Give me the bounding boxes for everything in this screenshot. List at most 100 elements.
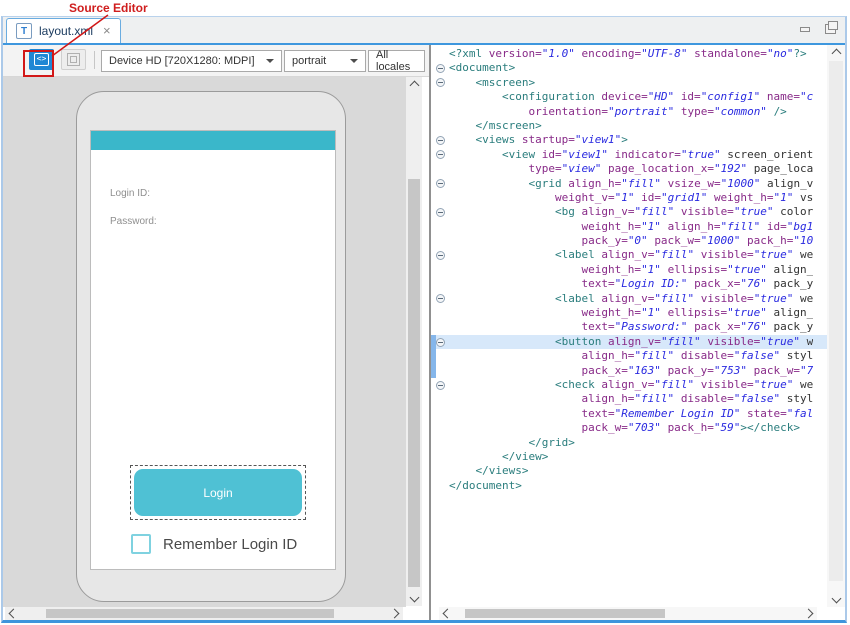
code-line[interactable]: <views startup="view1"> — [431, 133, 827, 147]
code-text: <views startup="view1"> — [449, 133, 628, 147]
code-line[interactable]: <configuration device="HD" id="config1" … — [431, 90, 827, 104]
code-vertical-scrollbar[interactable] — [827, 45, 845, 607]
code-line[interactable]: <button align_v="fill" visible="true" w — [431, 335, 827, 349]
preview-vertical-scrollbar[interactable] — [406, 77, 422, 606]
code-line[interactable]: <label align_v="fill" visible="true" we — [431, 248, 827, 262]
code-line[interactable]: <mscreen> — [431, 76, 827, 90]
login-button[interactable]: Login — [134, 469, 302, 516]
fold-collapse-icon[interactable] — [431, 205, 449, 219]
locales-label: All locales — [376, 49, 417, 73]
code-line[interactable]: <?xml version="1.0" encoding="UTF-8" sta… — [431, 47, 827, 61]
code-line[interactable]: <check align_v="fill" visible="true" we — [431, 378, 827, 392]
fold-spacer — [431, 277, 449, 291]
xml-file-icon: T — [16, 23, 32, 39]
fold-spacer — [431, 162, 449, 176]
source-editor-button[interactable] — [29, 49, 54, 70]
design-editor-button[interactable] — [61, 49, 86, 70]
code-text: weight_h="1" ellipsis="true" align_ — [449, 263, 813, 277]
scroll-up-icon[interactable] — [406, 77, 422, 91]
code-line[interactable]: pack_y="0" pack_w="1000" pack_h="10 — [431, 234, 827, 248]
annotation-source-editor-label: Source Editor — [69, 1, 148, 15]
minimize-icon[interactable] — [800, 27, 810, 32]
code-line[interactable]: text="Password:" pack_x="76" pack_y — [431, 320, 827, 334]
code-text: align_h="fill" disable="false" styl — [449, 349, 813, 363]
code-line[interactable]: pack_w="703" pack_h="59"></check> — [431, 421, 827, 435]
fold-collapse-icon[interactable] — [431, 76, 449, 90]
source-code-icon — [34, 53, 49, 66]
fold-collapse-icon[interactable] — [431, 133, 449, 147]
scrollbar-thumb[interactable] — [46, 609, 334, 618]
locales-button[interactable]: All locales — [368, 50, 425, 72]
code-line[interactable]: pack_x="163" pack_y="753" pack_w="7 — [431, 364, 827, 378]
preview-login-id-label[interactable]: Login ID: — [110, 188, 150, 199]
scroll-up-icon[interactable] — [827, 45, 845, 59]
code-line[interactable]: <label align_v="fill" visible="true" we — [431, 292, 827, 306]
code-line[interactable]: weight_h="1" align_h="fill" id="bg1 — [431, 220, 827, 234]
code-line[interactable]: <document> — [431, 61, 827, 75]
code-text: weight_h="1" ellipsis="true" align_ — [449, 306, 813, 320]
code-text: <grid align_h="fill" vsize_w="1000" alig… — [449, 177, 813, 191]
fold-collapse-icon[interactable] — [431, 292, 449, 306]
code-line[interactable]: </grid> — [431, 436, 827, 450]
fold-collapse-icon[interactable] — [431, 148, 449, 162]
remember-checkbox-box[interactable] — [131, 534, 151, 554]
code-line[interactable]: weight_h="1" ellipsis="true" align_ — [431, 263, 827, 277]
scroll-down-icon[interactable] — [406, 592, 422, 606]
scrollbar-thumb[interactable] — [408, 179, 420, 587]
selection-range-marker — [431, 335, 436, 378]
code-line[interactable]: align_h="fill" disable="false" styl — [431, 392, 827, 406]
scroll-left-icon[interactable] — [5, 607, 19, 620]
code-line[interactable]: <view id="view1" indicator="true" screen… — [431, 148, 827, 162]
code-text: </view> — [449, 450, 548, 464]
code-line[interactable]: text="Login ID:" pack_x="76" pack_y — [431, 277, 827, 291]
preview-canvas[interactable]: Login ID: Password: Login Remember Login… — [3, 77, 406, 607]
device-select[interactable]: Device HD [720X1280: MDPI] — [101, 50, 282, 72]
code-line[interactable]: <grid align_h="fill" vsize_w="1000" alig… — [431, 177, 827, 191]
code-line[interactable]: </mscreen> — [431, 119, 827, 133]
code-editor[interactable]: <?xml version="1.0" encoding="UTF-8" sta… — [431, 45, 827, 607]
fold-spacer — [431, 407, 449, 421]
scrollbar-thumb[interactable] — [465, 609, 665, 618]
restore-icon[interactable] — [825, 24, 836, 34]
selected-widget-outline[interactable]: Login — [130, 465, 306, 520]
code-line[interactable]: </view> — [431, 450, 827, 464]
code-text: text="Login ID:" pack_x="76" pack_y — [449, 277, 813, 291]
scroll-left-icon[interactable] — [439, 607, 453, 620]
fold-spacer — [431, 263, 449, 277]
scroll-down-icon[interactable] — [827, 593, 845, 607]
tab-layout-xml[interactable]: T layout.xml × — [6, 18, 121, 43]
fold-collapse-icon[interactable] — [431, 248, 449, 262]
fold-spacer — [431, 119, 449, 133]
code-line[interactable]: orientation="portrait" type="common" /> — [431, 105, 827, 119]
code-text: </document> — [449, 479, 522, 493]
device-screen[interactable]: Login ID: Password: Login Remember Login… — [90, 130, 336, 570]
design-view-icon — [67, 53, 80, 66]
code-text: <check align_v="fill" visible="true" we — [449, 378, 813, 392]
code-text: <label align_v="fill" visible="true" we — [449, 292, 813, 306]
code-line[interactable]: align_h="fill" disable="false" styl — [431, 349, 827, 363]
code-line[interactable]: </views> — [431, 464, 827, 478]
remember-checkbox-row[interactable]: Remember Login ID — [131, 534, 297, 554]
code-line[interactable]: </document> — [431, 479, 827, 493]
preview-horizontal-scrollbar[interactable] — [5, 607, 403, 620]
chevron-down-icon — [266, 59, 274, 63]
fold-collapse-icon[interactable] — [431, 177, 449, 191]
scroll-right-icon[interactable] — [803, 607, 817, 620]
code-text: text="Password:" pack_x="76" pack_y — [449, 320, 813, 334]
code-line[interactable]: weight_h="1" ellipsis="true" align_ — [431, 306, 827, 320]
orientation-select[interactable]: portrait — [284, 50, 366, 72]
fold-spacer — [431, 90, 449, 104]
code-line[interactable]: weight_v="1" id="grid1" weight_h="1" vs — [431, 191, 827, 205]
code-line[interactable]: type="view" page_location_x="192" page_l… — [431, 162, 827, 176]
code-line[interactable]: text="Remember Login ID" state="fal — [431, 407, 827, 421]
fold-collapse-icon[interactable] — [431, 378, 449, 392]
scroll-right-icon[interactable] — [389, 607, 403, 620]
phone-header-bar[interactable] — [91, 131, 335, 150]
scrollbar-thumb[interactable] — [829, 61, 843, 581]
preview-password-label[interactable]: Password: — [110, 216, 157, 227]
tab-close-icon[interactable]: × — [103, 25, 111, 37]
code-line[interactable]: <bg align_v="fill" visible="true" color — [431, 205, 827, 219]
code-text: <configuration device="HD" id="config1" … — [449, 90, 813, 104]
fold-collapse-icon[interactable] — [431, 61, 449, 75]
code-horizontal-scrollbar[interactable] — [439, 607, 817, 620]
